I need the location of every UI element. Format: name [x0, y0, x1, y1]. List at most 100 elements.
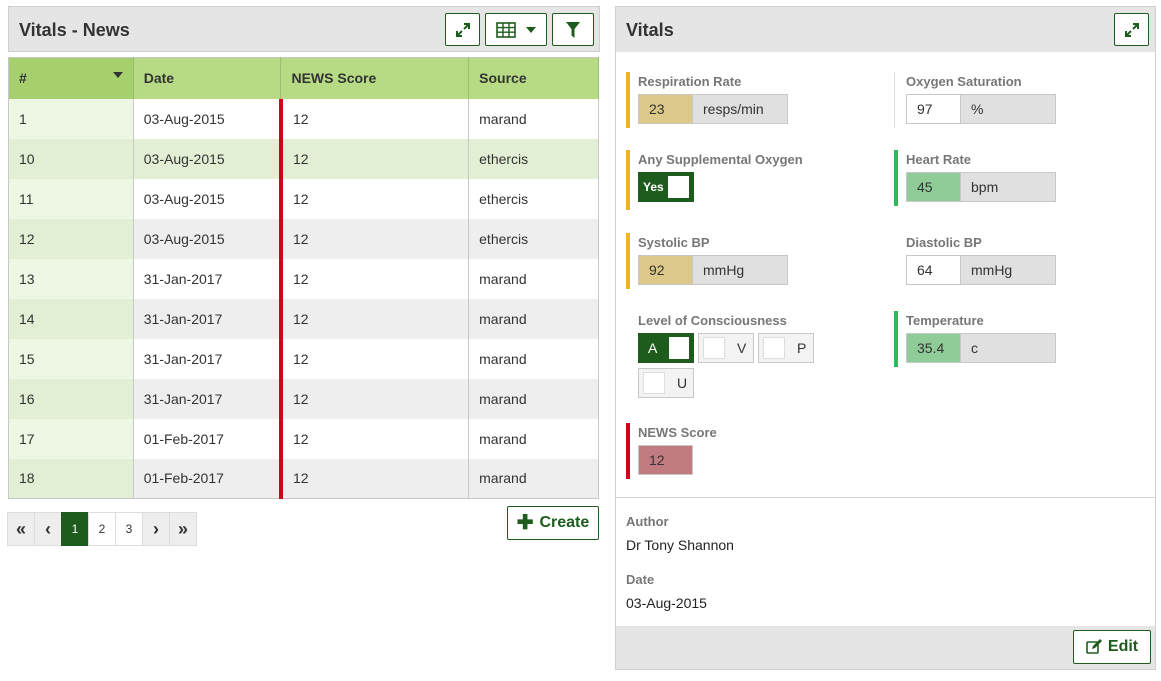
oxygen-saturation-field[interactable]: 97 %: [906, 94, 1056, 124]
respiration-label: Respiration Rate: [638, 74, 742, 89]
page-button-2[interactable]: 2: [88, 512, 116, 546]
divider: [616, 497, 1155, 498]
cell-news-score: 12: [278, 338, 470, 379]
cell-news-score: 12: [278, 298, 470, 339]
column-header-news-score[interactable]: NEWS Score: [280, 57, 470, 99]
column-divider: [894, 72, 895, 128]
date-label: Date: [626, 572, 655, 587]
cell-source: marand: [468, 338, 599, 379]
cell-number: 12: [8, 218, 134, 259]
respiration-value: 23: [639, 95, 693, 123]
column-header-source[interactable]: Source: [468, 57, 599, 99]
cell-source: marand: [468, 458, 599, 499]
cell-news-score: 12: [278, 178, 470, 219]
column-header-date[interactable]: Date: [133, 57, 282, 99]
diastolic-label: Diastolic BP: [906, 235, 982, 250]
table-row[interactable]: 12 03-Aug-2015 12 ethercis: [8, 218, 599, 259]
consciousness-option-u[interactable]: U: [638, 368, 694, 398]
panel-header: Vitals: [616, 7, 1155, 52]
cell-date: 03-Aug-2015: [133, 138, 282, 179]
respiration-status-bar: [626, 72, 630, 128]
table-row[interactable]: 10 03-Aug-2015 12 ethercis: [8, 138, 599, 179]
next-page-button[interactable]: ›: [142, 512, 170, 546]
news-score-field[interactable]: 12: [638, 445, 693, 475]
caret-down-icon: [526, 26, 536, 33]
cell-number: 17: [8, 418, 134, 459]
table-row[interactable]: 1 03-Aug-2015 12 marand: [8, 98, 599, 139]
cell-number: 16: [8, 378, 134, 419]
news-score-label: NEWS Score: [638, 425, 717, 440]
toggle-knob: [703, 337, 725, 359]
cell-news-score: 12: [278, 378, 470, 419]
create-label: Create: [539, 514, 590, 531]
panel-footer: Edit: [616, 626, 1155, 669]
author-label: Author: [626, 514, 669, 529]
table-row[interactable]: 15 31-Jan-2017 12 marand: [8, 338, 599, 379]
cell-source: ethercis: [468, 178, 599, 219]
consciousness-option-p[interactable]: P: [758, 333, 814, 363]
temperature-status-bar: [894, 311, 898, 367]
systolic-value: 92: [639, 256, 693, 284]
page-button-3[interactable]: 3: [115, 512, 143, 546]
temperature-label: Temperature: [906, 313, 984, 328]
consciousness-option-v[interactable]: V: [698, 333, 754, 363]
table-row[interactable]: 16 31-Jan-2017 12 marand: [8, 378, 599, 419]
cell-date: 31-Jan-2017: [133, 378, 282, 419]
column-header-number[interactable]: #: [8, 57, 134, 99]
respiration-field[interactable]: 23 resps/min: [638, 94, 788, 124]
table-header-row: # Date NEWS Score Source: [8, 57, 599, 99]
vitals-table: # Date NEWS Score Source 1 03-Aug-2015 1…: [8, 57, 599, 499]
table-row[interactable]: 18 01-Feb-2017 12 marand: [8, 458, 599, 499]
cell-date: 31-Jan-2017: [133, 338, 282, 379]
edit-icon: [1086, 639, 1102, 654]
supplemental-oxygen-toggle[interactable]: Yes: [638, 172, 694, 202]
edit-button[interactable]: Edit: [1073, 630, 1151, 664]
pagination: « ‹ 1 2 3 › »: [7, 512, 197, 546]
create-button[interactable]: ✚ Create: [507, 506, 599, 540]
table-columns-button[interactable]: [485, 13, 547, 46]
systolic-unit: mmHg: [693, 256, 787, 284]
table-row[interactable]: 17 01-Feb-2017 12 marand: [8, 418, 599, 459]
first-page-button[interactable]: «: [7, 512, 35, 546]
cell-number: 11: [8, 178, 134, 219]
temperature-value: 35.4: [907, 334, 961, 362]
cell-date: 01-Feb-2017: [133, 458, 282, 499]
page-button-1[interactable]: 1: [61, 512, 89, 546]
oxygen-saturation-label: Oxygen Saturation: [906, 74, 1022, 89]
cell-number: 18: [8, 458, 134, 499]
expand-button[interactable]: [445, 13, 480, 46]
cell-news-score: 12: [278, 138, 470, 179]
table-row[interactable]: 14 31-Jan-2017 12 marand: [8, 298, 599, 339]
heart-rate-status-bar: [894, 150, 898, 206]
temperature-field[interactable]: 35.4 c: [906, 333, 1056, 363]
cell-date: 31-Jan-2017: [133, 258, 282, 299]
table-row[interactable]: 13 31-Jan-2017 12 marand: [8, 258, 599, 299]
filter-icon: [566, 21, 580, 38]
toggle-knob: [667, 176, 689, 198]
prev-page-button[interactable]: ‹: [34, 512, 62, 546]
sort-caret-icon: [112, 72, 123, 79]
consciousness-option-a[interactable]: A: [638, 333, 694, 363]
plus-icon: ✚: [516, 512, 534, 534]
expand-button[interactable]: [1114, 13, 1149, 46]
systolic-field[interactable]: 92 mmHg: [638, 255, 788, 285]
cell-source: marand: [468, 298, 599, 339]
news-score-status-bar: [626, 423, 630, 479]
cell-date: 03-Aug-2015: [133, 218, 282, 259]
edit-label: Edit: [1107, 638, 1139, 655]
cell-source: marand: [468, 418, 599, 459]
last-page-button[interactable]: »: [169, 512, 197, 546]
diastolic-field[interactable]: 64 mmHg: [906, 255, 1056, 285]
date-value: 03-Aug-2015: [626, 595, 707, 611]
filter-button[interactable]: [552, 13, 594, 46]
cell-source: marand: [468, 378, 599, 419]
toggle-knob: [643, 372, 665, 394]
cell-source: ethercis: [468, 218, 599, 259]
expand-icon: [455, 22, 470, 37]
oxygen-saturation-value: 97: [907, 95, 961, 123]
heart-rate-field[interactable]: 45 bpm: [906, 172, 1056, 202]
oxygen-saturation-unit: %: [961, 95, 1055, 123]
toggle-knob: [669, 337, 689, 359]
cell-source: marand: [468, 98, 599, 139]
table-row[interactable]: 11 03-Aug-2015 12 ethercis: [8, 178, 599, 219]
